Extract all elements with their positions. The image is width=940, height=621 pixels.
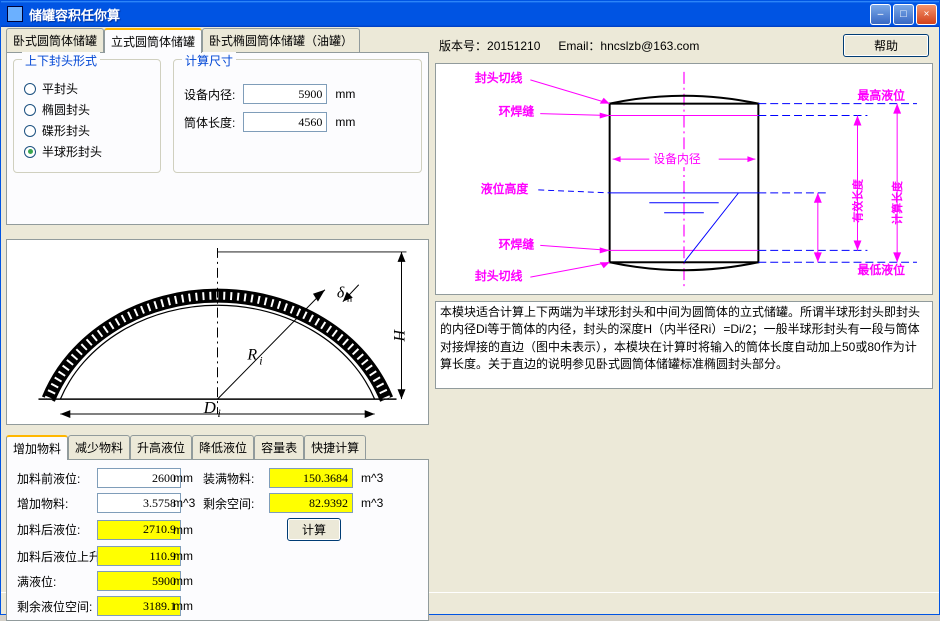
head-svg: R i δ n H D (7, 240, 428, 424)
calc-button[interactable]: 计算 (287, 518, 341, 541)
svg-text:i: i (259, 353, 262, 367)
tab-remove-material[interactable]: 减少物料 (68, 435, 130, 459)
schem-ring-weld-top: 环焊缝 (499, 105, 535, 119)
shell-length-label: 筒体长度: (184, 114, 235, 131)
h-label: H (391, 328, 408, 342)
calc-page: 加料前液位: mm 装满物料: m^3 增加物料: m^3 剩余空间: m^3 … (6, 459, 429, 621)
window-buttons: – □ × (870, 4, 937, 25)
help-button[interactable]: 帮助 (843, 34, 929, 57)
head-cross-section-diagram: R i δ n H D (6, 239, 429, 425)
main-tab-page: 上下封头形式 平封头 椭圆封头 碟形封头 半球形封头 计算尺寸 设备内径: mm (6, 52, 429, 225)
radio-ellipse-head[interactable]: 椭圆封头 (24, 101, 150, 118)
add-material-unit: m^3 (173, 496, 201, 510)
radio-dish-head[interactable]: 碟形封头 (24, 122, 150, 139)
full-level-output (97, 571, 181, 591)
post-level-unit: mm (173, 523, 201, 537)
svg-text:i: i (218, 406, 221, 420)
level-rise-output (97, 546, 181, 566)
radio-ellipse-head-label: 椭圆封头 (42, 101, 90, 118)
dimension-legend: 计算尺寸 (182, 52, 236, 69)
radio-hemisphere-head[interactable]: 半球形封头 (24, 143, 150, 160)
post-level-label: 加料后液位: (17, 521, 95, 538)
schem-valid-length: 有效长度 (850, 179, 864, 223)
left-panel: 卧式圆筒体储罐 立式圆筒体储罐 卧式椭圆筒体储罐（油罐） 上下封头形式 平封头 … (6, 30, 429, 590)
right-panel: 版本号：20151210 Email：hncslzb@163.com 帮助 (435, 32, 933, 590)
full-level-unit: mm (173, 574, 201, 588)
inner-diameter-unit: mm (335, 87, 355, 101)
minimize-button[interactable]: – (870, 4, 891, 25)
email-value: hncslzb@163.com (600, 39, 699, 53)
remain-space-unit: m^3 (361, 496, 387, 510)
close-button[interactable]: × (916, 4, 937, 25)
schem-max-level: 最高液位 (857, 89, 905, 103)
tab-quick-calc[interactable]: 快捷计算 (304, 435, 366, 459)
radio-dish-head-label: 碟形封头 (42, 122, 90, 139)
calc-tabs-container: 增加物料 减少物料 升高液位 降低液位 容量表 快捷计算 加料前液位: mm 装… (6, 437, 429, 621)
tab-horiz-cylinder[interactable]: 卧式圆筒体储罐 (6, 28, 104, 52)
radio-flat-head-label: 平封头 (42, 80, 78, 97)
email-text: Email：hncslzb@163.com (558, 37, 699, 54)
pre-level-label: 加料前液位: (17, 470, 95, 487)
dimension-group: 计算尺寸 设备内径: mm 筒体长度: mm (173, 59, 422, 173)
main-tabstrip: 卧式圆筒体储罐 立式圆筒体储罐 卧式椭圆筒体储罐（油罐） (6, 30, 429, 52)
pre-level-unit: mm (173, 471, 201, 485)
tab-horiz-ellipse[interactable]: 卧式椭圆筒体储罐（油罐） (202, 28, 360, 52)
schem-ring-weld-bot: 环焊缝 (499, 237, 535, 251)
remain-level-label: 剩余液位空间: (17, 598, 95, 615)
shell-length-unit: mm (335, 115, 355, 129)
window-title: 储罐容积任你算 (29, 5, 870, 24)
content-area: 卧式圆筒体储罐 立式圆筒体储罐 卧式椭圆筒体储罐（油罐） 上下封头形式 平封头 … (1, 27, 939, 592)
head-type-group: 上下封头形式 平封头 椭圆封头 碟形封头 半球形封头 (13, 59, 161, 173)
version-text: 版本号：20151210 (439, 37, 540, 54)
remain-level-unit: mm (173, 599, 201, 613)
schem-inner-diameter: 设备内径 (653, 152, 701, 166)
add-material-label: 增加物料: (17, 495, 95, 512)
shell-length-input[interactable] (243, 112, 327, 132)
inner-diameter-input[interactable] (243, 84, 327, 104)
schem-liquid-height: 液位高度 (481, 182, 529, 196)
tank-svg: 设备内径 封头切线 环焊缝 液位高度 环焊缝 封头切线 (436, 64, 932, 294)
version-label: 版本号： (439, 39, 487, 53)
schem-min-level: 最低液位 (857, 263, 905, 277)
app-window: 储罐容积任你算 – □ × 卧式圆筒体储罐 立式圆筒体储罐 卧式椭圆筒体储罐（油… (0, 0, 940, 615)
description-box: 本模块适合计算上下两端为半球形封头和中间为圆筒体的立式储罐。所谓半球形封头即封头… (435, 301, 933, 389)
schem-top-tangent: 封头切线 (475, 71, 523, 85)
app-icon (7, 6, 23, 22)
tab-capacity-table[interactable]: 容量表 (254, 435, 304, 459)
ri-label: R (246, 346, 257, 363)
full-material-output (269, 468, 353, 488)
inner-diameter-label: 设备内径: (184, 86, 235, 103)
full-material-label: 装满物料: (203, 470, 267, 487)
description-text: 本模块适合计算上下两端为半球形封头和中间为圆筒体的立式储罐。所谓半球形封头即封头… (440, 305, 920, 371)
schem-calc-length: 计算长度 (890, 181, 904, 225)
head-type-legend: 上下封头形式 (22, 52, 100, 69)
schem-bot-tangent: 封头切线 (475, 269, 523, 283)
delta-n-label: δ (337, 285, 345, 302)
radio-hemisphere-head-label: 半球形封头 (42, 143, 102, 160)
tab-raise-level[interactable]: 升高液位 (130, 435, 192, 459)
full-level-label: 满液位: (17, 573, 95, 590)
version-value: 20151210 (487, 39, 540, 53)
calc-tabstrip: 增加物料 减少物料 升高液位 降低液位 容量表 快捷计算 (6, 437, 429, 459)
right-header: 版本号：20151210 Email：hncslzb@163.com 帮助 (435, 32, 933, 59)
level-rise-unit: mm (173, 549, 201, 563)
tab-vert-cylinder[interactable]: 立式圆筒体储罐 (104, 28, 202, 53)
add-material-input[interactable] (97, 493, 181, 513)
di-label: D (203, 398, 216, 417)
maximize-button[interactable]: □ (893, 4, 914, 25)
titlebar[interactable]: 储罐容积任你算 – □ × (1, 1, 939, 27)
post-level-output (97, 520, 181, 540)
level-rise-label: 加料后液位上升: (17, 548, 95, 565)
remain-space-output (269, 493, 353, 513)
email-label: Email： (558, 39, 600, 53)
full-material-unit: m^3 (361, 471, 387, 485)
remain-space-label: 剩余空间: (203, 495, 267, 512)
tab-lower-level[interactable]: 降低液位 (192, 435, 254, 459)
remain-level-output (97, 596, 181, 616)
pre-level-input[interactable] (97, 468, 181, 488)
tank-schematic: 设备内径 封头切线 环焊缝 液位高度 环焊缝 封头切线 (435, 63, 933, 295)
tab-add-material[interactable]: 增加物料 (6, 435, 68, 460)
radio-flat-head[interactable]: 平封头 (24, 80, 150, 97)
